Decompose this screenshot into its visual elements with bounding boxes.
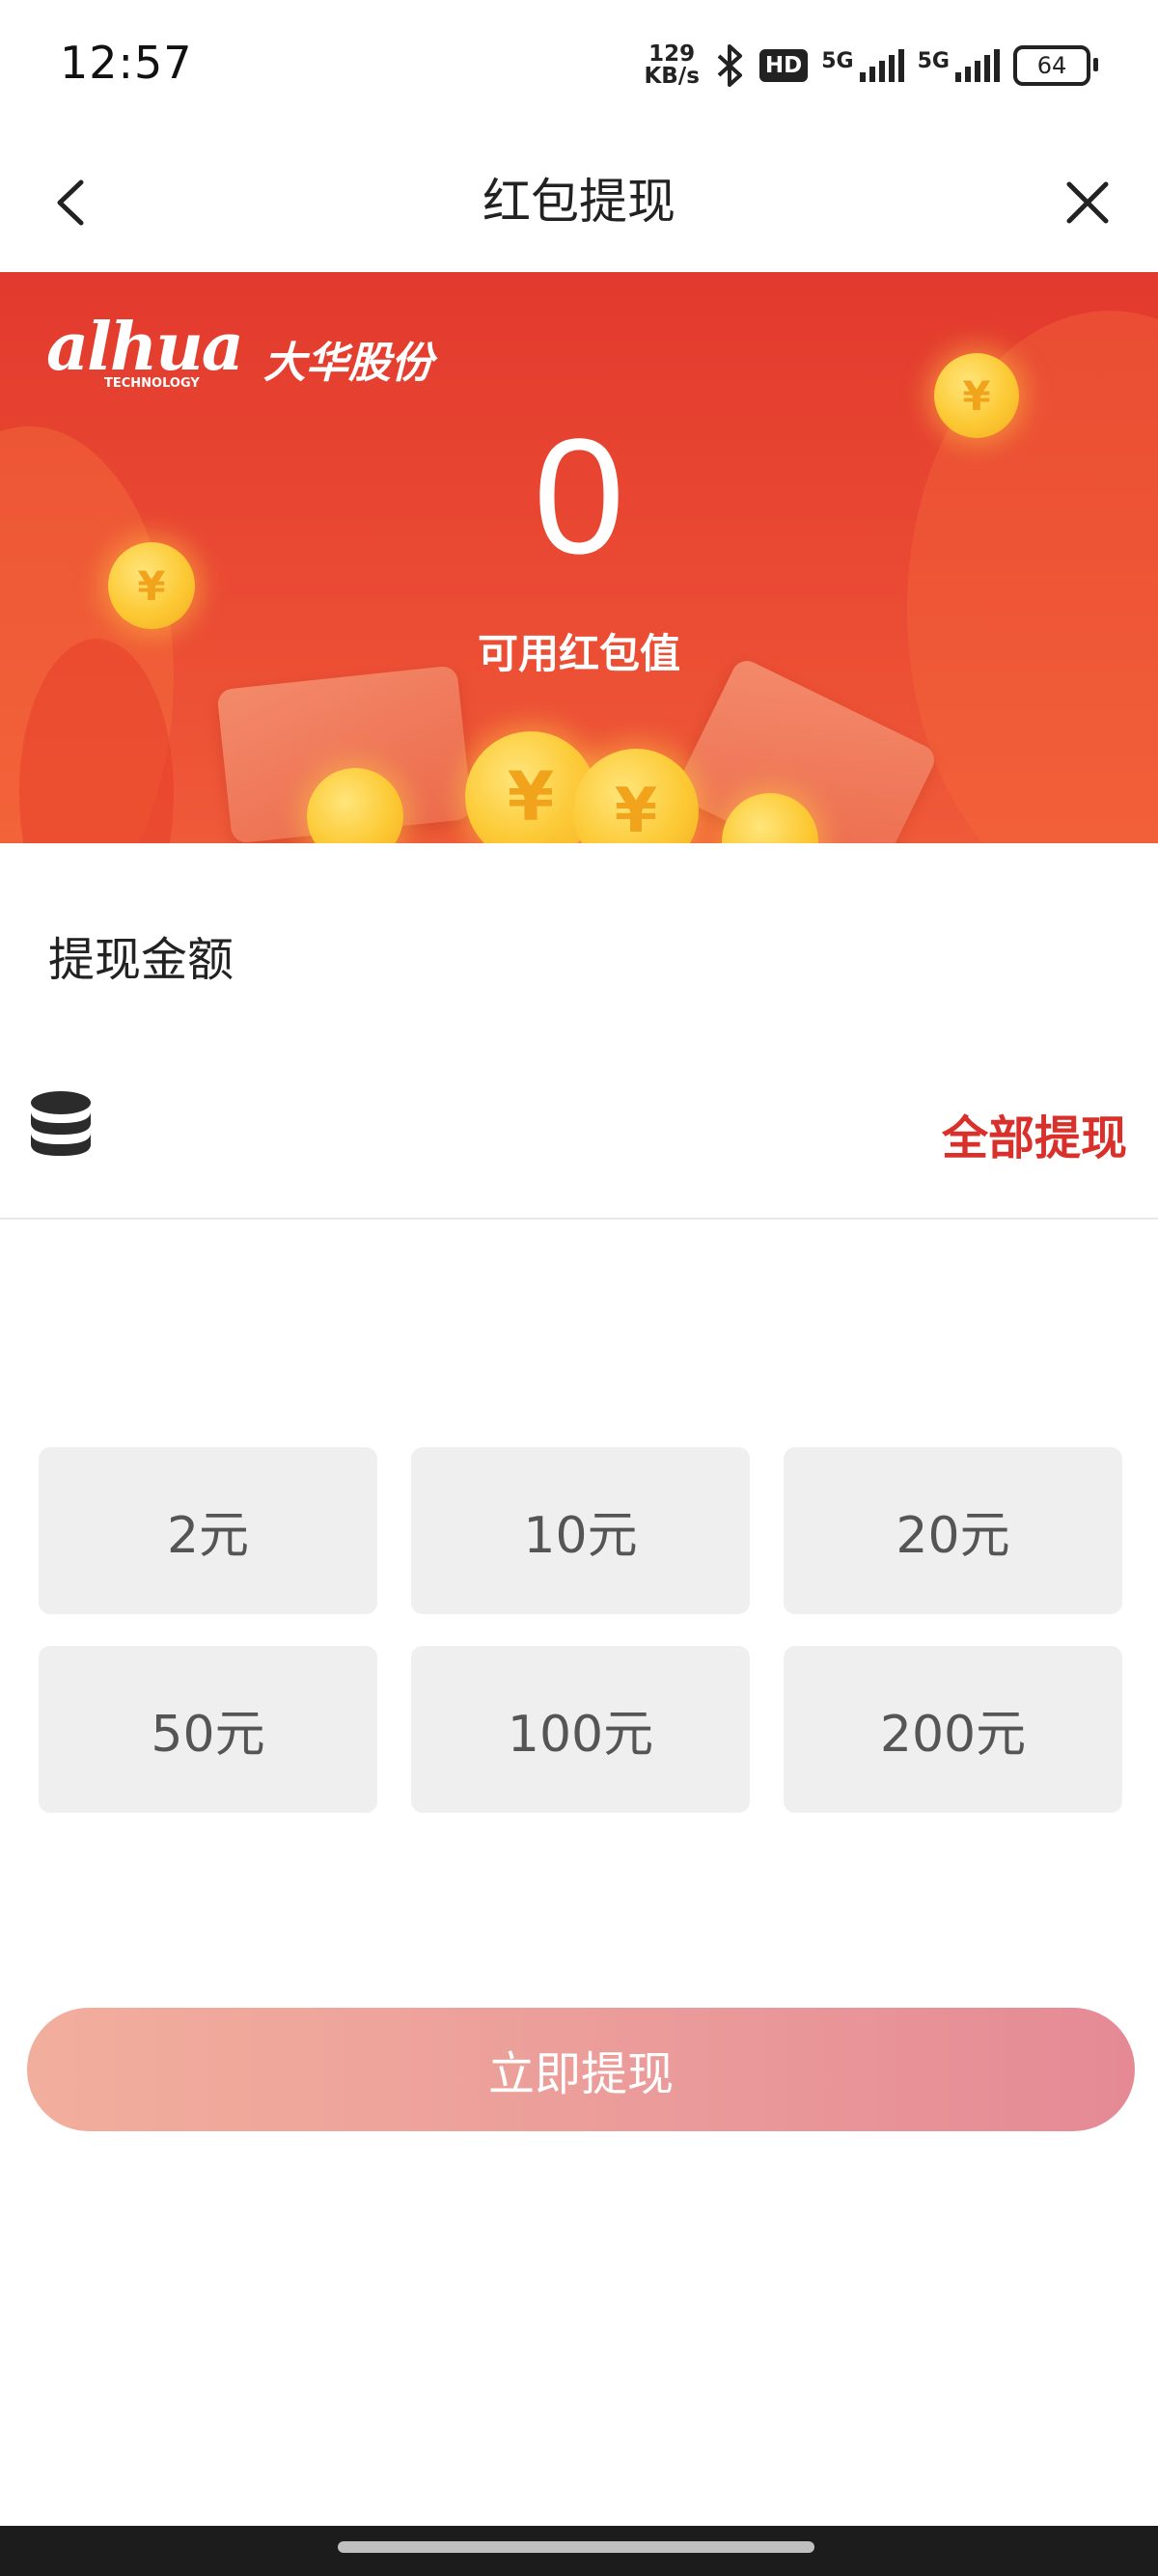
home-indicator-bar: [0, 2526, 1158, 2576]
bluetooth-icon: [717, 44, 742, 87]
status-bar: 12:57 129 KB/s HD 5G 5G 64: [0, 0, 1158, 130]
divider: [0, 1218, 1158, 1219]
amount-option[interactable]: 20元: [784, 1447, 1122, 1614]
sim1-label: 5G: [821, 49, 854, 73]
signal-sim1-icon: 5G: [821, 49, 904, 82]
status-time: 12:57: [60, 37, 193, 89]
amount-option[interactable]: 2元: [39, 1447, 377, 1614]
withdraw-all-button[interactable]: 全部提现: [942, 1100, 1127, 1167]
page-title: 红包提现: [482, 174, 676, 230]
net-speed-value: 129: [648, 41, 696, 67]
coin-icon: ¥: [108, 542, 195, 629]
net-speed-unit: KB/s: [644, 64, 700, 89]
coins-stack-icon: [31, 1091, 91, 1156]
nav-bar: 红包提现: [0, 130, 1158, 272]
coin-icon: ¥: [934, 353, 1019, 438]
withdraw-amount-label: 提现金额: [48, 933, 234, 987]
dahua-logo: alhua TECHNOLOGY 大华股份: [46, 309, 433, 391]
logo-text: alhua: [46, 309, 244, 386]
withdraw-now-button[interactable]: 立即提现: [27, 2008, 1135, 2131]
sim2-label: 5G: [917, 49, 950, 73]
status-icons: 129 KB/s HD 5G 5G 64: [644, 37, 1098, 95]
logo-cn: 大华股份: [262, 339, 433, 388]
signal-sim2-icon: 5G: [918, 49, 1000, 82]
logo-subtext: TECHNOLOGY: [104, 376, 200, 391]
home-indicator[interactable]: [338, 2541, 814, 2553]
red-packet-banner: alhua TECHNOLOGY 大华股份 0 可用红包值 ¥ ¥ ¥ ¥: [0, 272, 1158, 843]
coin-icon: ¥: [573, 749, 699, 843]
amount-options-grid: 2元 10元 20元 50元 100元 200元: [39, 1447, 1122, 1813]
hd-badge: HD: [758, 49, 809, 82]
battery-level: 64: [1036, 52, 1067, 79]
available-balance-label: 可用红包值: [477, 630, 680, 677]
battery-icon: 64: [1013, 45, 1098, 86]
amount-option[interactable]: 10元: [411, 1447, 750, 1614]
close-icon[interactable]: [1054, 169, 1121, 236]
net-speed: 129 KB/s: [644, 43, 699, 88]
amount-option[interactable]: 200元: [784, 1646, 1122, 1813]
amount-option[interactable]: 100元: [411, 1646, 750, 1813]
amount-option[interactable]: 50元: [39, 1646, 377, 1813]
